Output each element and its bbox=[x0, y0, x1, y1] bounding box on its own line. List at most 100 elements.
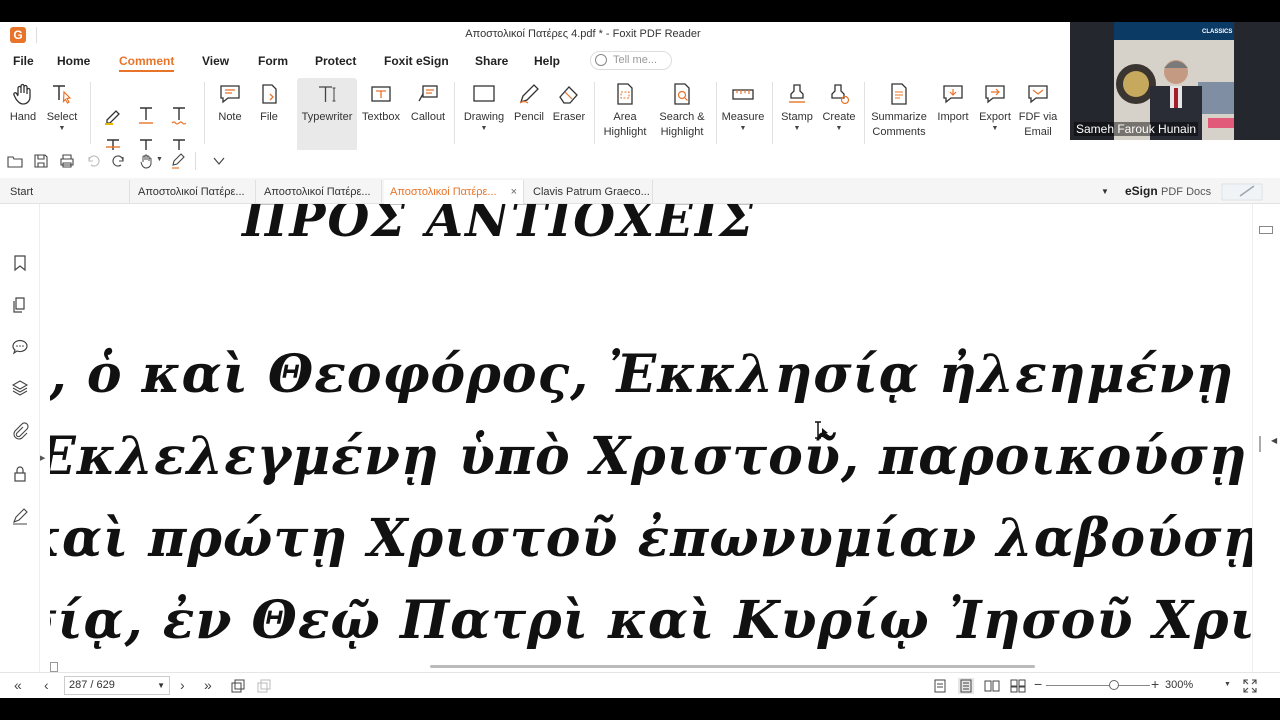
ribbon-separator bbox=[454, 82, 455, 144]
tab-document-1[interactable]: Αποστολικοί Πατέρε... bbox=[132, 180, 256, 204]
summarize-comments-button[interactable]: Summarize Comments bbox=[868, 78, 930, 140]
single-page-icon[interactable] bbox=[932, 678, 948, 694]
undo-icon[interactable] bbox=[85, 153, 101, 169]
toolbar-separator bbox=[195, 152, 196, 170]
menu-form[interactable]: Form bbox=[258, 54, 288, 68]
continuous-facing-icon[interactable] bbox=[1010, 678, 1026, 694]
customize-toolbar-icon[interactable] bbox=[211, 153, 227, 169]
comments-panel-icon[interactable] bbox=[11, 337, 29, 355]
tell-me-search[interactable]: Tell me... bbox=[590, 51, 672, 70]
menu-bar: File Home Comment View Form Protect Foxi… bbox=[0, 48, 1070, 74]
menu-share[interactable]: Share bbox=[475, 54, 508, 68]
typewriter-icon bbox=[319, 86, 336, 102]
vertical-scrollbar[interactable]: ◀ bbox=[1252, 204, 1280, 678]
tab-start[interactable]: Start bbox=[4, 180, 130, 204]
hand-tool-icon[interactable] bbox=[139, 153, 155, 169]
measure-label: Measure bbox=[721, 111, 765, 123]
tab-document-2[interactable]: Αποστολικοί Πατέρε... bbox=[258, 180, 382, 204]
chevron-down-icon[interactable]: ▼ bbox=[157, 677, 165, 694]
import-button[interactable]: Import bbox=[934, 78, 972, 125]
zoom-slider-track[interactable] bbox=[1046, 685, 1150, 686]
fdf-via-email-button[interactable]: FDF via Email bbox=[1016, 78, 1060, 140]
first-page-icon[interactable]: « bbox=[14, 677, 22, 693]
note-label: Note bbox=[218, 111, 242, 123]
bookmark-icon[interactable] bbox=[11, 254, 29, 272]
next-view-icon[interactable] bbox=[256, 678, 272, 694]
tabs-dropdown-icon[interactable]: ▼ bbox=[1101, 187, 1109, 196]
tab-document-3-active[interactable]: Αποστολικοί Πατέρε... × bbox=[384, 180, 524, 204]
continuous-page-icon[interactable] bbox=[958, 678, 974, 694]
participant-name: Sameh Farouk Hunain bbox=[1074, 122, 1199, 136]
eraser-icon bbox=[559, 86, 578, 104]
zoom-in-icon[interactable]: + bbox=[1151, 676, 1159, 692]
textbox-button[interactable]: Textbox bbox=[360, 78, 402, 125]
note-button[interactable]: Note bbox=[212, 78, 248, 125]
esign-pdf-docs-banner[interactable]: eSign PDF Docs bbox=[1125, 184, 1211, 198]
highlight-pen-icon[interactable] bbox=[170, 153, 186, 169]
save-icon[interactable] bbox=[33, 153, 49, 169]
callout-label: Callout bbox=[410, 111, 446, 123]
stamp-button[interactable]: Stamp ▼ bbox=[778, 78, 816, 133]
last-page-icon[interactable]: » bbox=[204, 677, 212, 693]
measure-button[interactable]: Measure ▼ bbox=[720, 78, 766, 133]
area-highlight-button[interactable]: Area Highlight bbox=[600, 78, 650, 140]
create-stamp-button[interactable]: Create ▼ bbox=[820, 78, 858, 133]
eraser-button[interactable]: Eraser bbox=[550, 78, 588, 125]
stamp-icon bbox=[789, 84, 805, 103]
select-tool-button[interactable]: Select ▼ bbox=[44, 78, 80, 133]
callout-button[interactable]: Callout bbox=[408, 78, 448, 125]
layers-icon[interactable] bbox=[11, 379, 29, 397]
banner-text: CLASSICS bbox=[1202, 29, 1233, 35]
search-highlight-button[interactable]: Search & Highlight bbox=[654, 78, 710, 140]
scroll-marker bbox=[1259, 436, 1261, 452]
file-attachment-button[interactable]: File bbox=[252, 78, 286, 125]
scroll-thumb-top[interactable] bbox=[1259, 226, 1273, 234]
page-number-value: 287 / 629 bbox=[69, 679, 115, 691]
expand-sidebar-icon[interactable]: ▶ bbox=[40, 454, 45, 462]
tab-document-4[interactable]: Clavis Patrum Graeco... bbox=[527, 180, 653, 204]
underline-text-icon[interactable] bbox=[135, 104, 157, 126]
menu-file[interactable]: File bbox=[13, 54, 34, 68]
zoom-level[interactable]: 300% bbox=[1165, 679, 1193, 691]
zoom-out-icon[interactable]: − bbox=[1034, 676, 1042, 692]
previous-view-icon[interactable] bbox=[230, 678, 246, 694]
video-call-thumbnail[interactable]: CLASSICS Sameh Farouk Hunain bbox=[1070, 22, 1280, 140]
page-number-input[interactable]: 287 / 629 ▼ bbox=[64, 676, 170, 695]
zoom-slider-knob[interactable] bbox=[1109, 680, 1119, 690]
menu-view[interactable]: View bbox=[202, 54, 229, 68]
menu-help[interactable]: Help bbox=[534, 54, 560, 68]
chevron-down-icon[interactable]: ▼ bbox=[156, 156, 163, 163]
attachment-icon[interactable] bbox=[11, 422, 29, 440]
previous-page-icon[interactable]: ‹ bbox=[44, 677, 49, 693]
menu-comment[interactable]: Comment bbox=[119, 54, 175, 72]
menu-home[interactable]: Home bbox=[57, 54, 90, 68]
highlight-text-icon[interactable] bbox=[102, 104, 124, 126]
zoom-dropdown-icon[interactable]: ▼ bbox=[1224, 681, 1231, 688]
export-button[interactable]: Export ▼ bbox=[976, 78, 1014, 133]
collapse-panel-icon[interactable]: ◀ bbox=[1271, 436, 1277, 445]
close-tab-icon[interactable]: × bbox=[511, 180, 517, 204]
horizontal-scrollbar[interactable] bbox=[50, 660, 1252, 672]
fullscreen-icon[interactable] bbox=[1242, 678, 1258, 694]
horizontal-scroll-thumb[interactable] bbox=[430, 665, 1035, 668]
open-folder-icon[interactable] bbox=[7, 153, 23, 169]
facing-pages-icon[interactable] bbox=[984, 678, 1000, 694]
search-highlight-label-2: Highlight bbox=[660, 126, 704, 138]
lock-icon[interactable] bbox=[11, 465, 29, 483]
menu-foxit-esign[interactable]: Foxit eSign bbox=[384, 54, 449, 68]
pdf-page-view[interactable]: ΠΡΟΣ ΑΝΤΙΟΧΕΙΣ ς, ὁ καὶ Θεοφόρος, Ἐκκλησ… bbox=[50, 204, 1252, 678]
hand-tool-button[interactable]: Hand bbox=[6, 78, 40, 125]
next-page-icon[interactable]: › bbox=[180, 677, 185, 693]
page-thumbnails-icon[interactable] bbox=[11, 296, 29, 314]
chevron-down-icon: ▼ bbox=[480, 125, 488, 132]
signature-icon[interactable] bbox=[11, 507, 29, 525]
pencil-button[interactable]: Pencil bbox=[510, 78, 548, 125]
create-label: Create bbox=[822, 111, 856, 123]
file-label: File bbox=[260, 111, 278, 123]
squiggly-text-icon[interactable] bbox=[168, 104, 190, 126]
drawing-button[interactable]: Drawing ▼ bbox=[462, 78, 506, 133]
menu-protect[interactable]: Protect bbox=[315, 54, 356, 68]
print-icon[interactable] bbox=[59, 153, 75, 169]
redo-icon[interactable] bbox=[111, 153, 127, 169]
tab-label: Αποστολικοί Πατέρε... bbox=[138, 186, 245, 198]
